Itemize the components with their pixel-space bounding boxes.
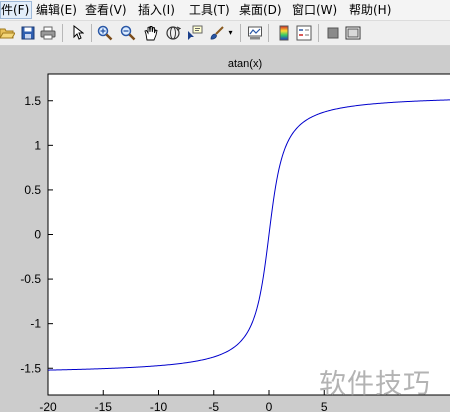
y-tick-label: 1.5 (24, 94, 41, 108)
y-tick-label: -1.5 (20, 361, 41, 375)
x-tick-label: 0 (266, 400, 273, 412)
y-tick-label: 0 (34, 228, 41, 242)
x-tick-label: -20 (39, 400, 57, 412)
x-tick-label: -5 (208, 400, 219, 412)
y-tick-label: -1 (30, 317, 41, 331)
x-tick-label: -10 (150, 400, 168, 412)
y-tick-label: 1 (34, 138, 41, 152)
atan-plot: 1.5 1 0.5 0 -0.5 -1 -1.5 -20 -15 -10 -5 0 5 (20, 73, 450, 412)
y-tick-label: 0.5 (24, 183, 41, 197)
watermark-text: 软件技巧 (319, 369, 431, 400)
y-tick-label: -0.5 (20, 272, 41, 286)
x-tick-label: 5 (321, 400, 328, 412)
plot-area (47, 73, 450, 396)
x-tick-label: -15 (95, 400, 113, 412)
